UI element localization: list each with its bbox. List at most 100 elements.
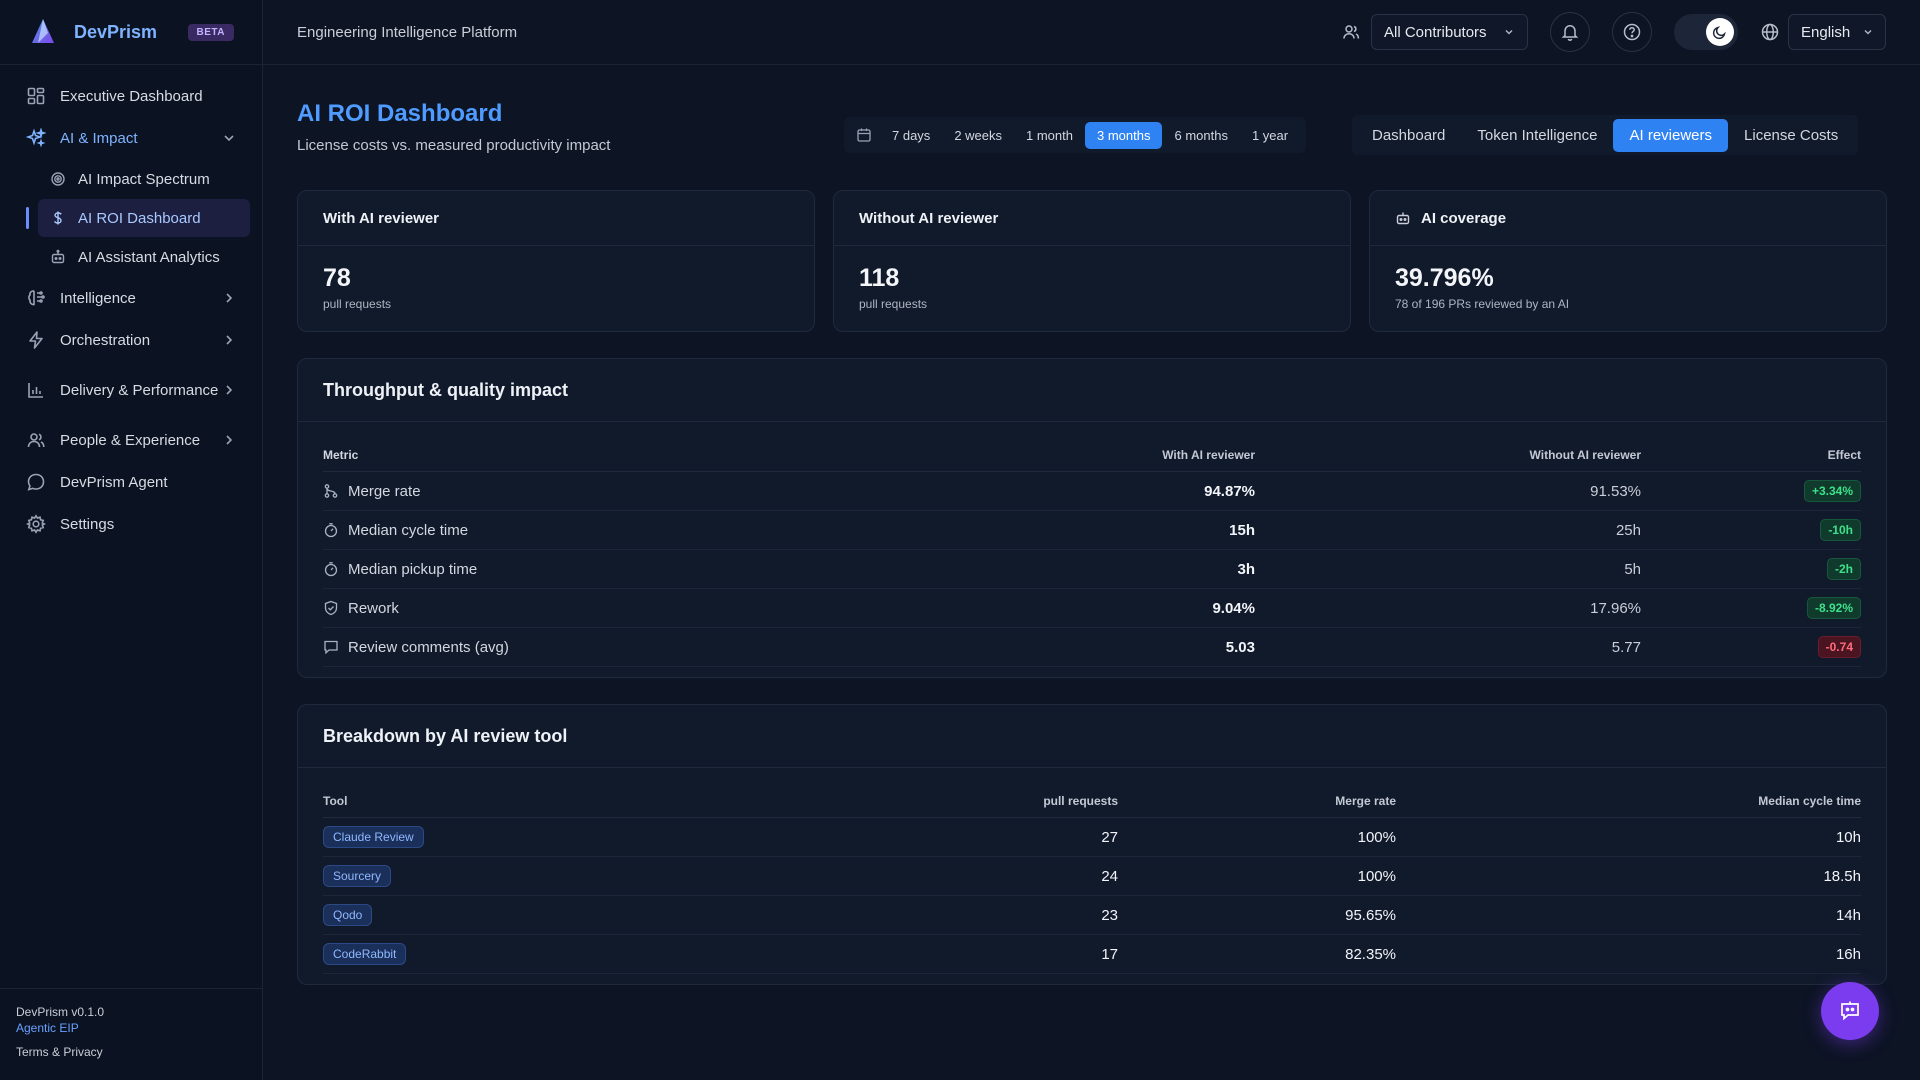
table-row: Rework 9.04% 17.96% -8.92% <box>323 589 1861 628</box>
tab-dashboard[interactable]: Dashboard <box>1356 119 1461 152</box>
with-value: 3h <box>1237 560 1255 578</box>
prism-logo-icon <box>26 15 60 49</box>
table-row: Merge rate 94.87% 91.53% +3.34% <box>323 472 1861 511</box>
table-row: Median cycle time 15h 25h -10h <box>323 511 1861 550</box>
table-row: Median pickup time 3h 5h -2h <box>323 550 1861 589</box>
chevron-right-icon <box>222 383 236 397</box>
bar-chart-icon <box>26 380 46 400</box>
effect-badge: +3.34% <box>1803 480 1861 502</box>
sidebar-footer: DevPrism v0.1.0 Agentic EIP Terms & Priv… <box>0 988 262 1080</box>
range-1-month[interactable]: 1 month <box>1014 122 1085 149</box>
kpi-card-caption: 78 of 196 PRs reviewed by an AI <box>1395 297 1570 311</box>
sidebar-item-orchestration[interactable]: Orchestration <box>0 319 262 361</box>
robot-icon <box>50 249 66 265</box>
tab-license-costs[interactable]: License Costs <box>1728 119 1854 152</box>
metric-label: Merge rate <box>348 482 421 500</box>
range-3-months[interactable]: 3 months <box>1085 121 1163 149</box>
kpi-card-value: 78 <box>323 264 351 292</box>
cycle-time-value: 14h <box>1835 906 1861 924</box>
range-2-weeks[interactable]: 2 weeks <box>942 122 1014 149</box>
kpi-card-value: 118 <box>859 264 900 292</box>
with-value: 94.87% <box>1204 482 1255 500</box>
tool-chip[interactable]: Sourcery <box>323 865 392 887</box>
comment-icon <box>323 639 339 655</box>
sidebar-item-intelligence[interactable]: Intelligence <box>0 277 262 319</box>
sidebar-item-label: AI & Impact <box>60 129 138 147</box>
panel-title: Throughput & quality impact <box>298 359 1886 422</box>
date-range-selector: 7 days 2 weeks 1 month 3 months 6 months… <box>844 117 1307 153</box>
metric-cell: Median pickup time <box>323 561 955 578</box>
breakdown-table: Tool pull requests Merge rate Median cyc… <box>298 768 1886 984</box>
metric-cell: Rework <box>323 600 955 617</box>
sidebar-item-delivery-performance[interactable]: Delivery & Performance <box>0 361 262 419</box>
panel-title: Breakdown by AI review tool <box>298 705 1886 768</box>
tool-chip[interactable]: Claude Review <box>323 826 424 848</box>
chevron-down-icon <box>1862 26 1874 38</box>
kpi-card-header: AI coverage <box>1370 191 1886 246</box>
sidebar-item-devprism-agent[interactable]: DevPrism Agent <box>0 461 262 503</box>
chevron-right-icon <box>222 333 236 347</box>
timer-icon <box>323 561 339 577</box>
sidebar-subitem-ai-assistant-analytics[interactable]: AI Assistant Analytics <box>38 238 250 276</box>
tool-chip[interactable]: CodeRabbit <box>323 943 407 965</box>
brand[interactable]: DevPrism BETA <box>0 0 262 65</box>
main-content: AI ROI Dashboard License costs vs. measu… <box>297 65 1887 985</box>
bell-icon <box>1560 22 1580 42</box>
terms-link[interactable]: Terms & Privacy <box>16 1045 246 1059</box>
table-row: Qodo 23 95.65% 14h <box>323 896 1861 935</box>
contributors-select[interactable]: All Contributors <box>1371 14 1528 50</box>
tool-chip[interactable]: Qodo <box>323 904 373 926</box>
assistant-chat-button[interactable] <box>1821 982 1879 1040</box>
kpi-card-caption: pull requests <box>323 297 392 311</box>
metric-cell: Review comments (avg) <box>323 639 955 656</box>
sidebar-item-people-experience[interactable]: People & Experience <box>0 419 262 461</box>
robot-icon <box>1395 210 1411 226</box>
table-row: Claude Review 27 100% 10h <box>323 818 1861 857</box>
range-7-days[interactable]: 7 days <box>880 122 942 149</box>
gear-icon <box>26 514 46 534</box>
sidebar-item-settings[interactable]: Settings <box>0 503 262 545</box>
kpi-card-value: 39.796% <box>1395 264 1494 292</box>
bolt-icon <box>26 330 46 350</box>
language-value: English <box>1801 23 1851 41</box>
help-button[interactable] <box>1612 12 1652 52</box>
sidebar-subitem-ai-impact-spectrum[interactable]: AI Impact Spectrum <box>38 160 250 198</box>
sparkles-icon <box>26 128 46 148</box>
sidebar-subitem-ai-roi-dashboard[interactable]: AI ROI Dashboard <box>38 199 250 237</box>
metric-label: Median pickup time <box>348 560 478 578</box>
col-median-cycle-time: Median cycle time <box>1758 793 1861 808</box>
with-value: 15h <box>1229 521 1255 539</box>
table-header: Tool pull requests Merge rate Median cyc… <box>323 784 1861 818</box>
target-icon <box>50 171 66 187</box>
language-select[interactable]: English <box>1788 14 1886 50</box>
with-value: 5.03 <box>1225 638 1255 656</box>
sidebar-item-ai-impact[interactable]: AI & Impact <box>0 117 262 159</box>
sidebar-item-label: DevPrism Agent <box>60 473 168 491</box>
range-1-year[interactable]: 1 year <box>1240 122 1300 149</box>
table-header: Metric With AI reviewer Without AI revie… <box>323 438 1861 472</box>
sidebar-subitem-label: AI Assistant Analytics <box>78 248 220 266</box>
tab-ai-reviewers[interactable]: AI reviewers <box>1613 118 1729 152</box>
metric-label: Median cycle time <box>348 521 469 539</box>
merge-rate-value: 82.35% <box>1345 945 1396 963</box>
chevron-right-icon <box>222 291 236 305</box>
kpi-card-caption: pull requests <box>859 297 928 311</box>
kpi-card-with-ai: With AI reviewer 78 pull requests <box>297 190 815 332</box>
effect-badge: -0.74 <box>1817 636 1861 658</box>
metric-label: Review comments (avg) <box>348 638 509 656</box>
metric-cell: Median cycle time <box>323 522 955 539</box>
sidebar-subitem-label: AI ROI Dashboard <box>78 209 201 227</box>
kpi-card-title: With AI reviewer <box>298 191 814 246</box>
calendar-icon <box>856 127 872 143</box>
users-icon <box>26 430 46 450</box>
tab-token-intelligence[interactable]: Token Intelligence <box>1461 119 1613 152</box>
cycle-time-value: 10h <box>1835 828 1861 846</box>
throughput-panel: Throughput & quality impact Metric With … <box>297 358 1887 678</box>
active-indicator <box>26 207 29 229</box>
tagline-link[interactable]: Agentic EIP <box>16 1021 246 1035</box>
notifications-button[interactable] <box>1550 12 1590 52</box>
sidebar-item-executive-dashboard[interactable]: Executive Dashboard <box>0 75 262 117</box>
timer-icon <box>323 522 339 538</box>
range-6-months[interactable]: 6 months <box>1162 122 1239 149</box>
theme-toggle[interactable] <box>1674 14 1738 50</box>
